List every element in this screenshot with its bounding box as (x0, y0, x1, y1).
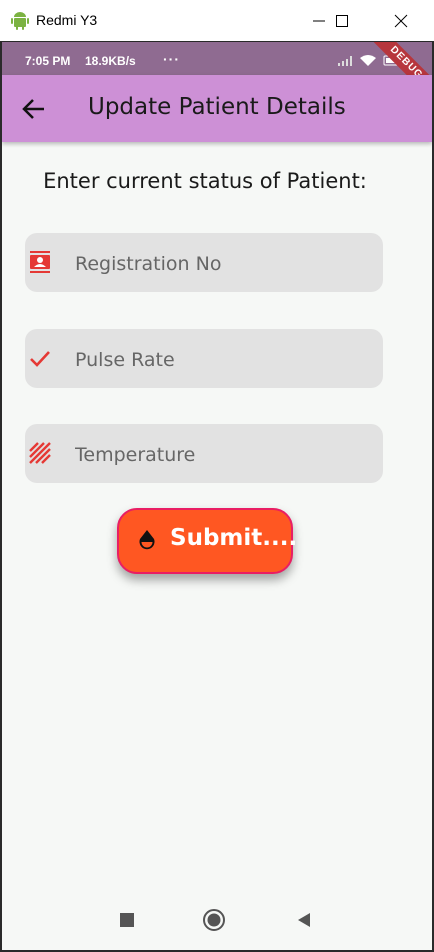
check-icon (30, 351, 50, 367)
page-title: Update Patient Details (88, 94, 346, 120)
maximize-icon (336, 14, 348, 27)
stripes-icon (29, 442, 51, 464)
pulse-rate-field[interactable] (25, 329, 383, 390)
status-time: 7:05 PM (25, 54, 71, 68)
pulse-rate-input[interactable] (73, 329, 377, 390)
submit-button[interactable]: Submit.... (117, 508, 297, 574)
maximize-button[interactable] (319, 0, 365, 41)
home-icon[interactable] (202, 908, 226, 932)
android-icon (11, 12, 29, 30)
status-bar: 7:05 PM 18.9KB/s ··· DEBUG (2, 42, 432, 112)
close-icon (394, 14, 408, 27)
registration-no-field[interactable] (25, 233, 383, 294)
app-bar: Update Patient Details (2, 75, 432, 142)
badge-icon (30, 251, 50, 273)
temperature-input[interactable] (73, 424, 377, 485)
close-button[interactable] (378, 0, 424, 41)
phone-screen: 7:05 PM 18.9KB/s ··· DEBUG Update Patien… (2, 42, 432, 950)
window-titlebar: Redmi Y3 (0, 0, 434, 41)
submit-label: Submit.... (170, 525, 298, 551)
nav-back-icon[interactable] (292, 908, 316, 932)
window-title: Redmi Y3 (36, 12, 98, 28)
status-speed: 18.9KB/s (85, 54, 136, 68)
form-heading: Enter current status of Patient: (43, 169, 367, 193)
registration-no-input[interactable] (73, 233, 377, 294)
water-drop-icon (139, 530, 155, 550)
status-more-icon: ··· (163, 51, 180, 67)
recent-apps-icon[interactable] (115, 908, 139, 932)
android-nav-bar (2, 890, 432, 950)
temperature-field[interactable] (25, 424, 383, 485)
back-arrow-icon[interactable] (20, 95, 48, 123)
